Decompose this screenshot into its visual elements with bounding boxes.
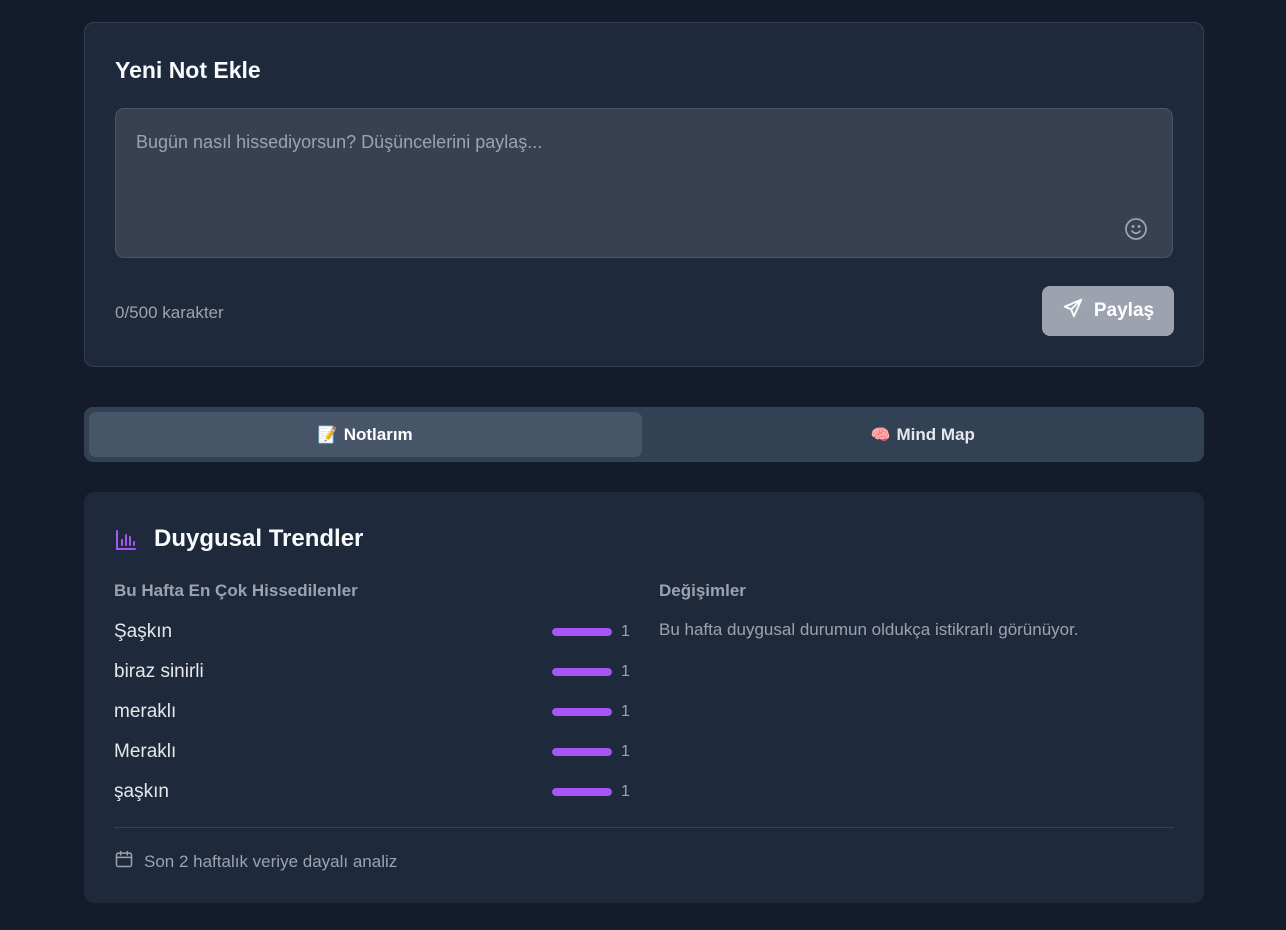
share-button[interactable]: Paylaş <box>1042 286 1174 336</box>
emotional-trends-card: Duygusal Trendler Bu Hafta En Çok Hissed… <box>84 492 1204 903</box>
list-item: meraklı 1 <box>114 692 630 732</box>
emotion-bar <box>552 788 612 796</box>
emotion-name: Meraklı <box>114 741 177 762</box>
emotion-name: biraz sinirli <box>114 661 204 682</box>
emotion-bar <box>552 628 612 636</box>
tab-mind-map-label: Mind Map <box>896 424 975 444</box>
emotion-bar-fill <box>552 708 612 716</box>
emotion-count: 1 <box>621 623 630 640</box>
list-item: şaşkın 1 <box>114 772 630 812</box>
changes-summary: Bu hafta duygusal durumun oldukça istikr… <box>659 620 1079 639</box>
emotion-count: 1 <box>621 783 630 800</box>
list-item: Şaşkın 1 <box>114 612 630 652</box>
brain-icon: 🧠 <box>870 426 891 444</box>
changes-heading: Değişimler <box>659 581 746 600</box>
emotion-name: şaşkın <box>114 781 169 802</box>
analysis-footnote-text: Son 2 haftalık veriye dayalı analiz <box>144 851 398 871</box>
emotion-count: 1 <box>621 703 630 720</box>
bar-chart-icon <box>114 528 138 557</box>
new-note-title: Yeni Not Ekle <box>115 57 261 83</box>
list-item: biraz sinirli 1 <box>114 652 630 692</box>
memo-icon: 📝 <box>317 426 338 444</box>
new-note-card: Yeni Not Ekle 0/500 karakter Paylaş <box>84 22 1204 367</box>
trends-title: Duygusal Trendler <box>154 525 364 552</box>
emotion-bar-fill <box>552 748 612 756</box>
emotion-bar <box>552 748 612 756</box>
emotion-name: Şaşkın <box>114 621 173 642</box>
character-counter: 0/500 karakter <box>115 303 224 322</box>
emotion-list: Şaşkın 1 biraz sinirli 1 meraklı 1 Merak… <box>114 612 630 812</box>
analysis-footnote: Son 2 haftalık veriye dayalı analiz <box>114 849 397 874</box>
emotion-bar <box>552 668 612 676</box>
calendar-icon <box>114 849 134 874</box>
emotion-bar-fill <box>552 788 612 796</box>
note-textarea[interactable] <box>115 108 1173 258</box>
smiley-face-icon[interactable] <box>1123 216 1149 242</box>
tab-notlarim-label: Notlarım <box>343 424 413 444</box>
tab-mind-map[interactable]: 🧠 Mind Map <box>647 412 1200 457</box>
emotion-bar-fill <box>552 628 612 636</box>
most-felt-heading: Bu Hafta En Çok Hissedilenler <box>114 581 358 600</box>
send-icon <box>1062 297 1084 325</box>
emotion-bar <box>552 708 612 716</box>
tab-notlarim[interactable]: 📝 Notlarım <box>89 412 642 457</box>
page: Yeni Not Ekle 0/500 karakter Paylaş 📝 <box>0 0 1286 930</box>
share-button-label: Paylaş <box>1093 300 1155 321</box>
emotion-count: 1 <box>621 743 630 760</box>
divider <box>114 827 1174 828</box>
emotion-bar-fill <box>552 668 612 676</box>
list-item: Meraklı 1 <box>114 732 630 772</box>
emotion-count: 1 <box>621 663 630 680</box>
view-tabs: 📝 Notlarım 🧠 Mind Map <box>84 407 1204 462</box>
emotion-name: meraklı <box>114 701 177 722</box>
